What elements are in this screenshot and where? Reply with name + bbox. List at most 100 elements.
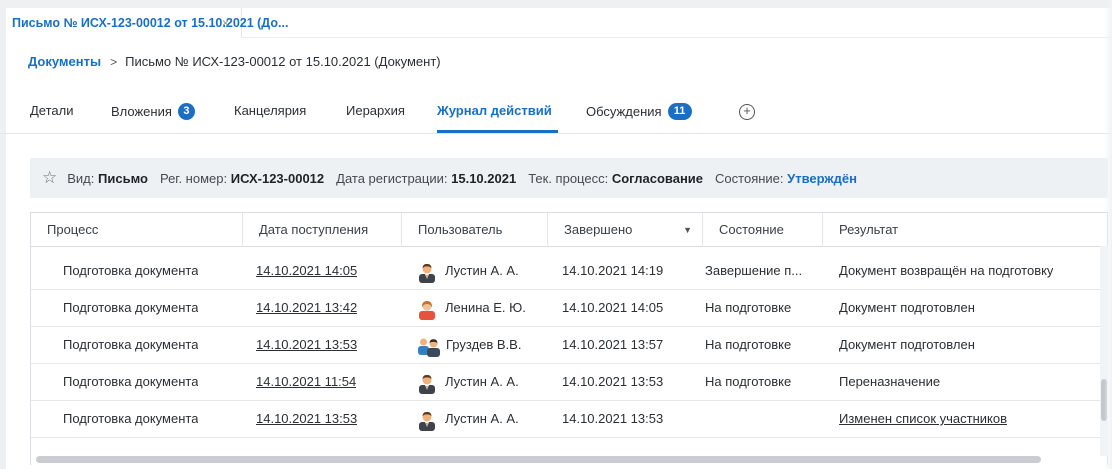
result-cell: Документ подготовлен xyxy=(839,300,975,315)
column-header-completed[interactable]: Завершено ▼ xyxy=(548,213,703,247)
state-cell xyxy=(705,401,815,437)
user-name: Ленина Е. Ю. xyxy=(445,300,526,315)
star-icon[interactable]: ☆ xyxy=(42,168,57,188)
user-name: Лустин А. А. xyxy=(445,263,519,278)
tab-label: Иерархия xyxy=(346,103,405,118)
breadcrumb-current: Письмо № ИСХ-123-00012 от 15.10.2021 (До… xyxy=(125,54,441,69)
user-name: Лустин А. А. xyxy=(445,411,519,426)
window-frame-top xyxy=(0,0,1112,8)
state-cell: Завершение п... xyxy=(705,263,803,278)
result-cell: Документ возвращён на подготовку xyxy=(839,263,1054,278)
avatar-icon xyxy=(418,261,436,283)
plus-circle-icon[interactable]: + xyxy=(739,104,755,120)
avatar-icon xyxy=(418,409,436,431)
document-tabs: Детали Вложения 3 Канцелярия Иерархия Жу… xyxy=(0,96,1112,134)
window-frame-left xyxy=(0,0,6,469)
avatar-icon xyxy=(418,298,436,320)
info-reg-value: ИСХ-123-00012 xyxy=(230,170,325,186)
info-reg-date: Дата регистрации: 15.10.2021 xyxy=(336,171,516,186)
user-cell: Ленина Е. Ю. xyxy=(418,290,526,326)
info-date-value: 15.10.2021 xyxy=(451,170,517,186)
info-date-label: Дата регистрации: xyxy=(336,170,448,186)
user-name: Лустин А. А. xyxy=(445,374,519,389)
column-header-date-in[interactable]: Дата поступления xyxy=(243,213,402,247)
state-cell: На подготовке xyxy=(705,374,792,389)
table-row[interactable]: Подготовка документа 14.10.2021 13:53 Груз… xyxy=(31,327,1107,364)
result-cell: Переназначение xyxy=(839,374,941,389)
table-row[interactable]: Подготовка документа 14.10.2021 13:42 Лени… xyxy=(31,290,1107,327)
process-cell: Подготовка документа xyxy=(63,263,199,278)
info-state: Состояние: Утверждён xyxy=(715,171,857,186)
user-name: Груздев В.В. xyxy=(446,337,522,352)
tab-label: Журнал действий xyxy=(437,103,552,118)
completed-cell: 14.10.2021 13:57 xyxy=(562,337,664,352)
process-cell: Подготовка документа xyxy=(63,411,199,426)
tab-details[interactable]: Детали xyxy=(30,103,74,118)
document-tab-title[interactable]: Письмо № ИСХ-123-00012 от 15.10.2021 (До… xyxy=(12,16,288,30)
completed-cell: 14.10.2021 14:19 xyxy=(562,263,664,278)
tab-label: Вложения xyxy=(111,104,172,119)
info-kind: Вид: Письмо xyxy=(67,171,148,186)
completed-cell: 14.10.2021 13:53 xyxy=(562,374,664,389)
tab-discussions[interactable]: Обсуждения 11 xyxy=(586,103,692,120)
avatar-icon xyxy=(418,335,440,357)
info-kind-value: Письмо xyxy=(98,170,148,186)
table-row[interactable]: Подготовка документа 14.10.2021 13:53 Луст… xyxy=(31,401,1107,438)
right-edge-shadow xyxy=(1104,0,1112,469)
info-reg-label: Рег. номер: xyxy=(159,170,228,186)
table-header: Процесс Дата поступления Пользователь За… xyxy=(31,213,1107,247)
tab-attachments[interactable]: Вложения 3 xyxy=(111,103,195,120)
attachments-count-badge: 3 xyxy=(177,103,195,120)
tab-office[interactable]: Канцелярия xyxy=(234,103,306,118)
date-in-link[interactable]: 14.10.2021 13:53 xyxy=(256,327,357,363)
info-state-label: Состояние: xyxy=(715,170,784,186)
avatar-icon xyxy=(418,372,436,394)
user-cell: Лустин А. А. xyxy=(418,253,519,289)
date-in-link[interactable]: 14.10.2021 14:05 xyxy=(256,253,357,289)
state-cell: На подготовке xyxy=(705,300,792,315)
column-header-state[interactable]: Состояние xyxy=(703,213,823,247)
column-header-result[interactable]: Результат xyxy=(823,213,1107,247)
process-cell: Подготовка документа xyxy=(63,374,199,389)
result-cell: Документ подготовлен xyxy=(839,337,975,352)
tab-label: Канцелярия xyxy=(234,103,307,118)
state-cell: На подготовке xyxy=(705,337,792,352)
info-reg-number: Рег. номер: ИСХ-123-00012 xyxy=(160,171,324,186)
chevron-right-icon: > xyxy=(110,54,118,69)
user-cell: Лустин А. А. xyxy=(418,364,519,400)
user-cell: Лустин А. А. xyxy=(418,401,519,437)
tab-label: Детали xyxy=(30,103,74,118)
table-row[interactable]: Подготовка документа 14.10.2021 11:54 Луст… xyxy=(31,364,1107,401)
active-tab-indicator xyxy=(437,130,558,133)
date-in-link[interactable]: 14.10.2021 11:54 xyxy=(256,364,356,400)
process-cell: Подготовка документа xyxy=(63,300,199,315)
discussions-count-badge: 11 xyxy=(667,103,692,120)
info-process: Тек. процесс: Согласование xyxy=(528,171,703,186)
result-link[interactable]: Изменен список участников xyxy=(839,401,1007,437)
info-process-label: Тек. процесс: xyxy=(528,170,609,186)
column-header-user[interactable]: Пользователь xyxy=(402,213,548,247)
completed-cell: 14.10.2021 13:53 xyxy=(562,411,664,426)
column-header-process[interactable]: Процесс xyxy=(31,213,243,247)
tab-label: Обсуждения xyxy=(586,104,662,119)
date-in-link[interactable]: 14.10.2021 13:53 xyxy=(256,401,357,437)
document-info-bar: ☆ Вид: Письмо Рег. номер: ИСХ-123-00012 … xyxy=(30,158,1108,198)
breadcrumb: Документы > Письмо № ИСХ-123-00012 от 15… xyxy=(28,54,441,69)
horizontal-scrollbar-thumb[interactable] xyxy=(36,456,1041,463)
completed-cell: 14.10.2021 14:05 xyxy=(562,300,664,315)
column-header-completed-label: Завершено xyxy=(564,222,633,237)
info-kind-label: Вид: xyxy=(67,170,95,186)
tab-action-log[interactable]: Журнал действий xyxy=(437,103,552,118)
tabbar-divider xyxy=(242,37,1112,38)
process-cell: Подготовка документа xyxy=(63,337,199,352)
document-tab[interactable]: Письмо № ИСХ-123-00012 от 15.10.2021 (До… xyxy=(6,8,288,38)
info-state-value[interactable]: Утверждён xyxy=(787,171,857,186)
breadcrumb-documents-link[interactable]: Документы xyxy=(28,54,101,69)
tab-hierarchy[interactable]: Иерархия xyxy=(346,103,405,118)
table-row[interactable]: Подготовка документа 14.10.2021 14:05 Луст… xyxy=(31,253,1107,290)
user-cell: Груздев В.В. xyxy=(418,327,521,363)
date-in-link[interactable]: 14.10.2021 13:42 xyxy=(256,290,357,326)
sort-desc-icon[interactable]: ▼ xyxy=(683,213,692,247)
close-icon[interactable]: × xyxy=(222,16,229,30)
action-log-table: Процесс Дата поступления Пользователь За… xyxy=(30,212,1108,465)
